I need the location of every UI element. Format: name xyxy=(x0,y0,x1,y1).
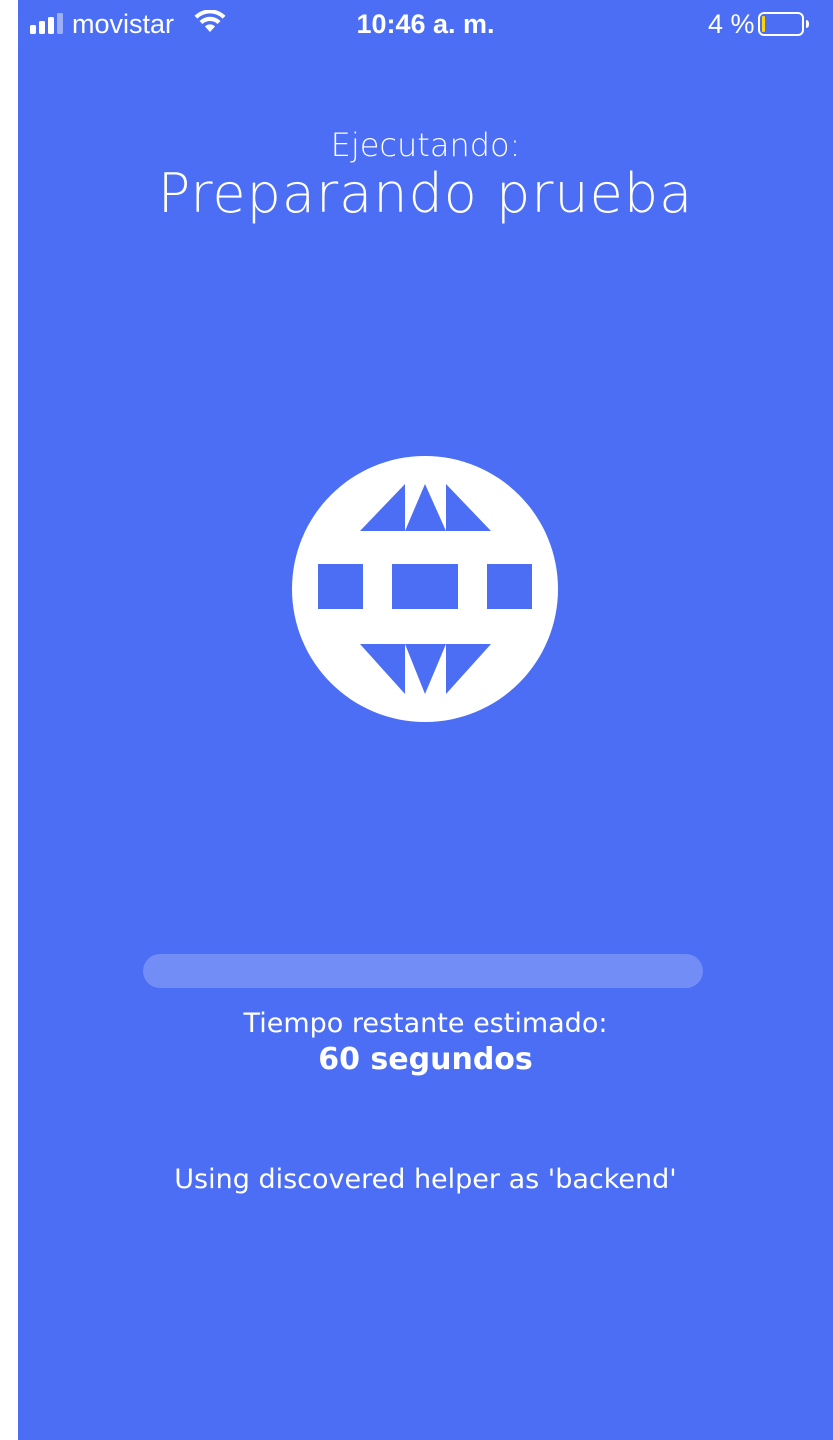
task-name: Preparando prueba xyxy=(157,162,694,225)
remaining-time-label: Tiempo restante estimado: xyxy=(243,1008,608,1039)
globe-icon xyxy=(292,456,558,722)
battery-percent: 4 % xyxy=(708,9,755,39)
test-screen: movistar 10:46 a. m. 4 % Ejecutando: Pre… xyxy=(18,0,833,1440)
progress-bar xyxy=(143,954,703,988)
status-bar: movistar 10:46 a. m. 4 % xyxy=(18,0,833,50)
status-label: Ejecutando: xyxy=(330,126,521,164)
remaining-time-value: 60 segundos xyxy=(318,1042,533,1077)
helper-status-message: Using discovered helper as 'backend' xyxy=(174,1164,677,1195)
battery-icon xyxy=(758,12,809,36)
